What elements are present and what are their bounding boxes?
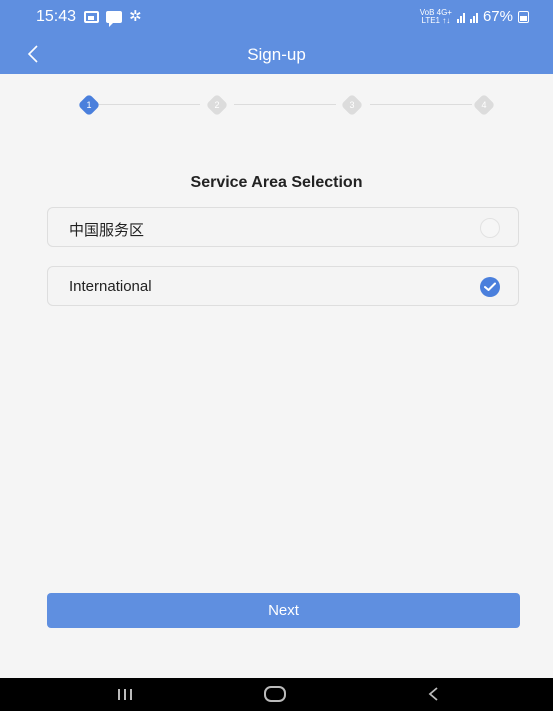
home-icon[interactable] [264, 686, 286, 702]
step-connector [370, 104, 472, 105]
radio-unchecked-icon[interactable] [480, 218, 500, 238]
option-label: 中国服务区 [69, 222, 145, 239]
next-button[interactable]: Next [47, 593, 520, 628]
gallery-icon [84, 10, 99, 23]
system-icons: VoB 4G+ LTE1 ↑↓ 67% [420, 8, 529, 25]
radio-checked-icon[interactable] [480, 277, 500, 297]
option-international[interactable]: International [47, 266, 519, 306]
battery-icon [518, 10, 529, 23]
option-label: International [69, 278, 152, 295]
step-3: 3 [340, 93, 364, 117]
step-1: 1 [77, 93, 101, 117]
page-title: Sign-up [247, 45, 306, 64]
settings-icon: ✲ [129, 8, 142, 25]
option-china-service-area[interactable]: 中国服务区 [47, 207, 519, 247]
checkmark-icon [484, 282, 496, 291]
message-icon [106, 10, 122, 27]
app-header: Sign-up [0, 34, 553, 74]
step-connector [98, 104, 200, 105]
battery-level: 67% [482, 8, 513, 25]
section-title: Service Area Selection [190, 174, 363, 191]
step-2: 2 [205, 93, 229, 117]
system-nav-bar [0, 678, 553, 711]
back-nav-icon[interactable] [426, 685, 440, 708]
status-time: 15:43 [36, 8, 77, 25]
progress-stepper: 1 2 3 4 [0, 93, 553, 117]
step-connector [234, 104, 336, 105]
status-bar: 15:43 ✲ VoB 4G+ LTE1 ↑↓ 67% [0, 0, 553, 34]
recent-apps-icon[interactable] [118, 689, 132, 700]
signal-icon [456, 11, 465, 23]
notification-icons: ✲ [84, 8, 142, 27]
network-type-icon: VoB 4G+ LTE1 ↑↓ [419, 7, 452, 25]
signal-icon-2 [469, 11, 478, 23]
step-4: 4 [472, 93, 496, 117]
